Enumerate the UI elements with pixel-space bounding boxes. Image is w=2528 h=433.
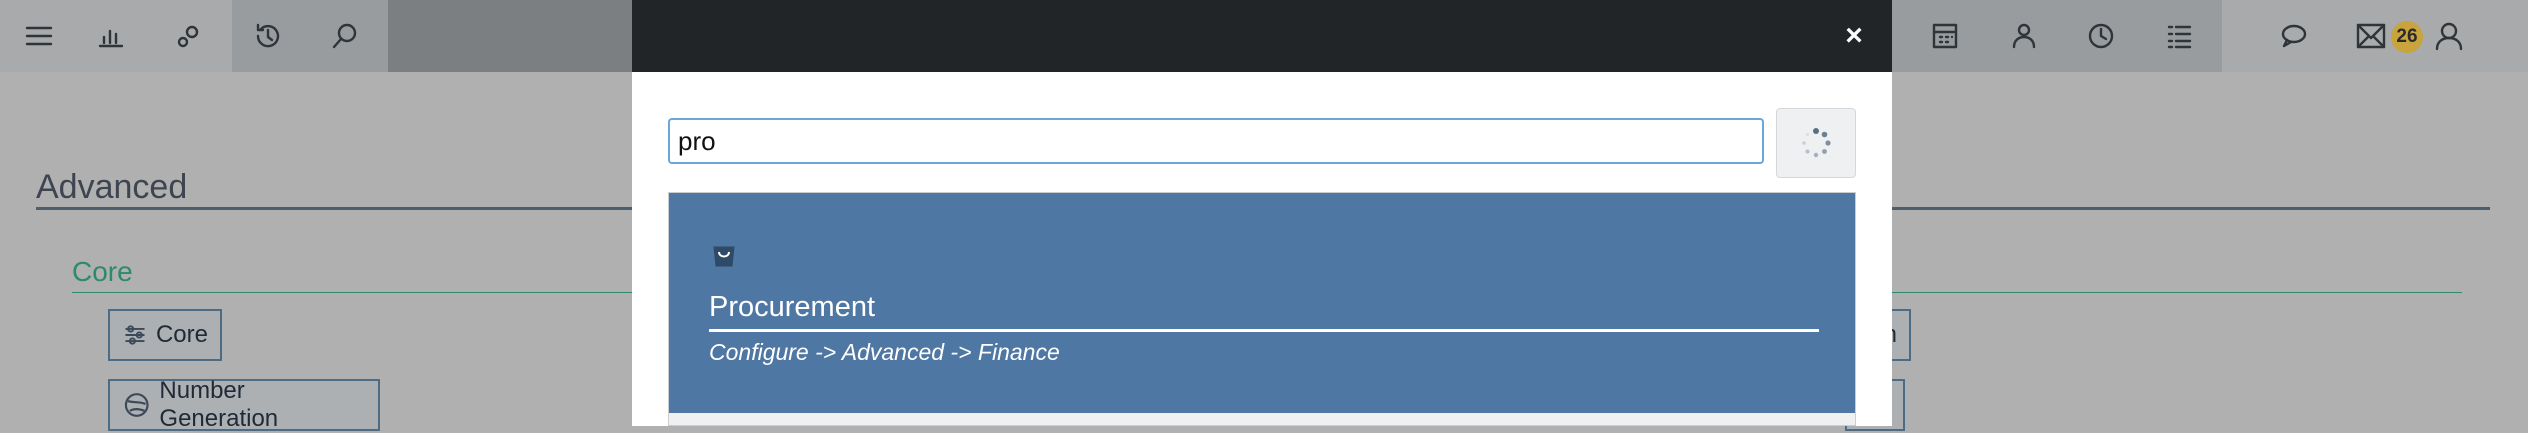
history-icon: [256, 23, 280, 48]
user-icon: [2435, 22, 2463, 51]
search-submit-button[interactable]: [1776, 108, 1856, 178]
section-heading-core: Core: [72, 256, 133, 287]
users-button[interactable]: [1984, 0, 2062, 72]
search-modal: × Procurement Configure -> Advanced -> F…: [632, 0, 1892, 426]
calculator-button[interactable]: [1906, 0, 1984, 72]
number-generation-button[interactable]: Number Generation: [108, 377, 380, 432]
core-settings-button[interactable]: Core: [108, 309, 222, 361]
reports-button[interactable]: [72, 0, 150, 72]
calculator-icon: [1932, 23, 1958, 49]
search-result-title: Procurement: [709, 291, 876, 323]
loading-spinner-icon: [1802, 128, 1831, 158]
menu-button[interactable]: [0, 0, 78, 72]
search-button[interactable]: [306, 0, 384, 72]
number-generation-label: Number Generation: [159, 377, 279, 432]
chat-button[interactable]: [2254, 0, 2332, 72]
menu-icon: [25, 26, 53, 46]
shopping-bag-icon: [713, 246, 735, 267]
search-result-path: Configure -> Advanced -> Finance: [709, 339, 1060, 365]
gears-icon: [177, 25, 199, 48]
clock-button[interactable]: [2062, 0, 2140, 72]
search-input[interactable]: [668, 118, 1764, 164]
page-title: Advanced: [36, 168, 188, 206]
history-button[interactable]: [229, 0, 307, 72]
globe-icon: [124, 393, 149, 417]
users-icon: [2012, 23, 2036, 49]
search-result-divider: [709, 329, 1819, 332]
search-result-item[interactable]: Procurement Configure -> Advanced -> Fin…: [669, 193, 1855, 413]
chart-icon: [98, 29, 124, 48]
sliders-icon: [125, 325, 145, 345]
profile-button[interactable]: [2410, 0, 2488, 72]
mail-icon: [2356, 23, 2386, 49]
close-button[interactable]: ×: [1836, 18, 1872, 54]
search-results-list: Procurement Configure -> Advanced -> Fin…: [668, 192, 1856, 426]
modal-header: ×: [632, 0, 1892, 72]
clock-icon: [2088, 23, 2114, 49]
list-button[interactable]: [2140, 0, 2218, 72]
core-settings-label: Core: [155, 321, 208, 348]
chat-icon: [2281, 24, 2307, 48]
settings-button[interactable]: [150, 0, 228, 72]
list-icon: [2167, 25, 2192, 49]
search-icon: [332, 23, 357, 49]
